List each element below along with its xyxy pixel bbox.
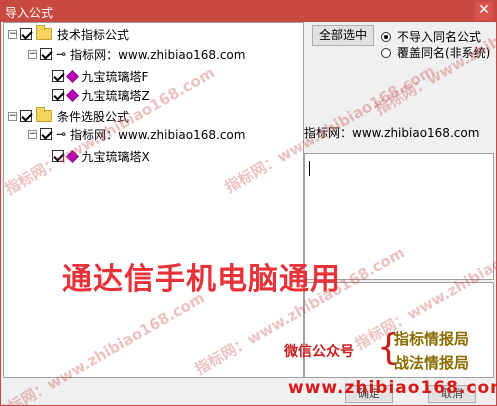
tree-item[interactable]: · 九宝琉璃塔X — [48, 147, 150, 165]
tree-line-icon: · — [48, 90, 51, 100]
key-icon: ⊸ — [56, 127, 67, 141]
close-icon[interactable]: ✕ — [475, 2, 493, 20]
tree-line-icon: · — [48, 71, 51, 81]
tree-item-label: 九宝琉璃塔Z — [81, 88, 150, 103]
tree-source-label: 指标网：www.zhibiao168.com — [70, 45, 246, 63]
item-checkbox[interactable] — [51, 89, 64, 101]
radio-overwrite[interactable]: 覆盖同名(非系统) — [381, 44, 490, 61]
radio-button[interactable] — [381, 47, 391, 58]
radio-overwrite-label: 覆盖同名(非系统) — [397, 46, 491, 60]
formula-tree[interactable]: − 技术指标公式 − ⊸ 指标网：www.zhibiao168.com · 九宝… — [3, 22, 304, 378]
title-bar: 导入公式 ✕ — [0, 0, 497, 22]
text-caret — [309, 161, 310, 176]
source-checkbox[interactable] — [40, 128, 52, 140]
tree-source-node[interactable]: − ⊸ 指标网：www.zhibiao168.com — [28, 125, 245, 143]
item-checkbox[interactable] — [51, 150, 64, 162]
promo-banner: 通达信手机电脑通用 — [62, 262, 341, 297]
detail-source-line: 指标网：www.zhibiao168.com — [304, 126, 480, 140]
formula-icon — [65, 69, 79, 83]
promo-line-1: 指标情报局 — [394, 330, 470, 348]
collapse-icon[interactable]: − — [8, 29, 17, 39]
tree-source-label: 指标网：www.zhibiao168.com — [70, 127, 246, 142]
source-checkbox[interactable] — [40, 48, 52, 60]
tree-item-label: 九宝琉璃塔F — [81, 69, 149, 84]
formula-icon — [65, 149, 79, 163]
folder-icon — [36, 107, 52, 122]
select-all-button[interactable]: 全部选中 — [312, 25, 374, 46]
collapse-icon[interactable]: − — [8, 111, 17, 121]
item-checkbox[interactable] — [51, 70, 64, 82]
group-checkbox[interactable] — [20, 110, 32, 122]
tree-item-label: 九宝琉璃塔X — [81, 149, 150, 164]
collapse-icon[interactable]: − — [28, 49, 37, 59]
tree-group-label: 技术指标公式 — [57, 27, 130, 42]
tree-group-technical[interactable]: − 技术指标公式 — [8, 25, 129, 43]
promo-site: www.zhibiao168.com — [288, 378, 497, 398]
tree-item[interactable]: · 九宝琉璃塔F — [48, 67, 148, 85]
tree-group-screening[interactable]: − 条件选股公式 — [8, 107, 129, 125]
collapse-icon[interactable]: − — [28, 129, 37, 139]
tree-source-node[interactable]: − ⊸ 指标网：www.zhibiao168.com — [28, 45, 246, 63]
radio-skip-duplicates[interactable]: 不导入同名公式 — [381, 28, 481, 45]
wechat-label: 微信公众号 — [284, 344, 354, 360]
radio-button[interactable] — [381, 31, 391, 42]
group-checkbox[interactable] — [20, 28, 32, 40]
folder-icon — [36, 25, 52, 40]
tree-group-label: 条件选股公式 — [57, 109, 130, 124]
formula-icon — [65, 88, 79, 102]
promo-line-2: 战法情报局 — [394, 354, 470, 372]
key-icon: ⊸ — [56, 47, 67, 61]
tree-line-icon: · — [48, 151, 51, 161]
tree-item[interactable]: · 九宝琉璃塔Z — [48, 86, 150, 104]
radio-skip-label: 不导入同名公式 — [397, 30, 482, 44]
window-title: 导入公式 — [5, 6, 54, 20]
